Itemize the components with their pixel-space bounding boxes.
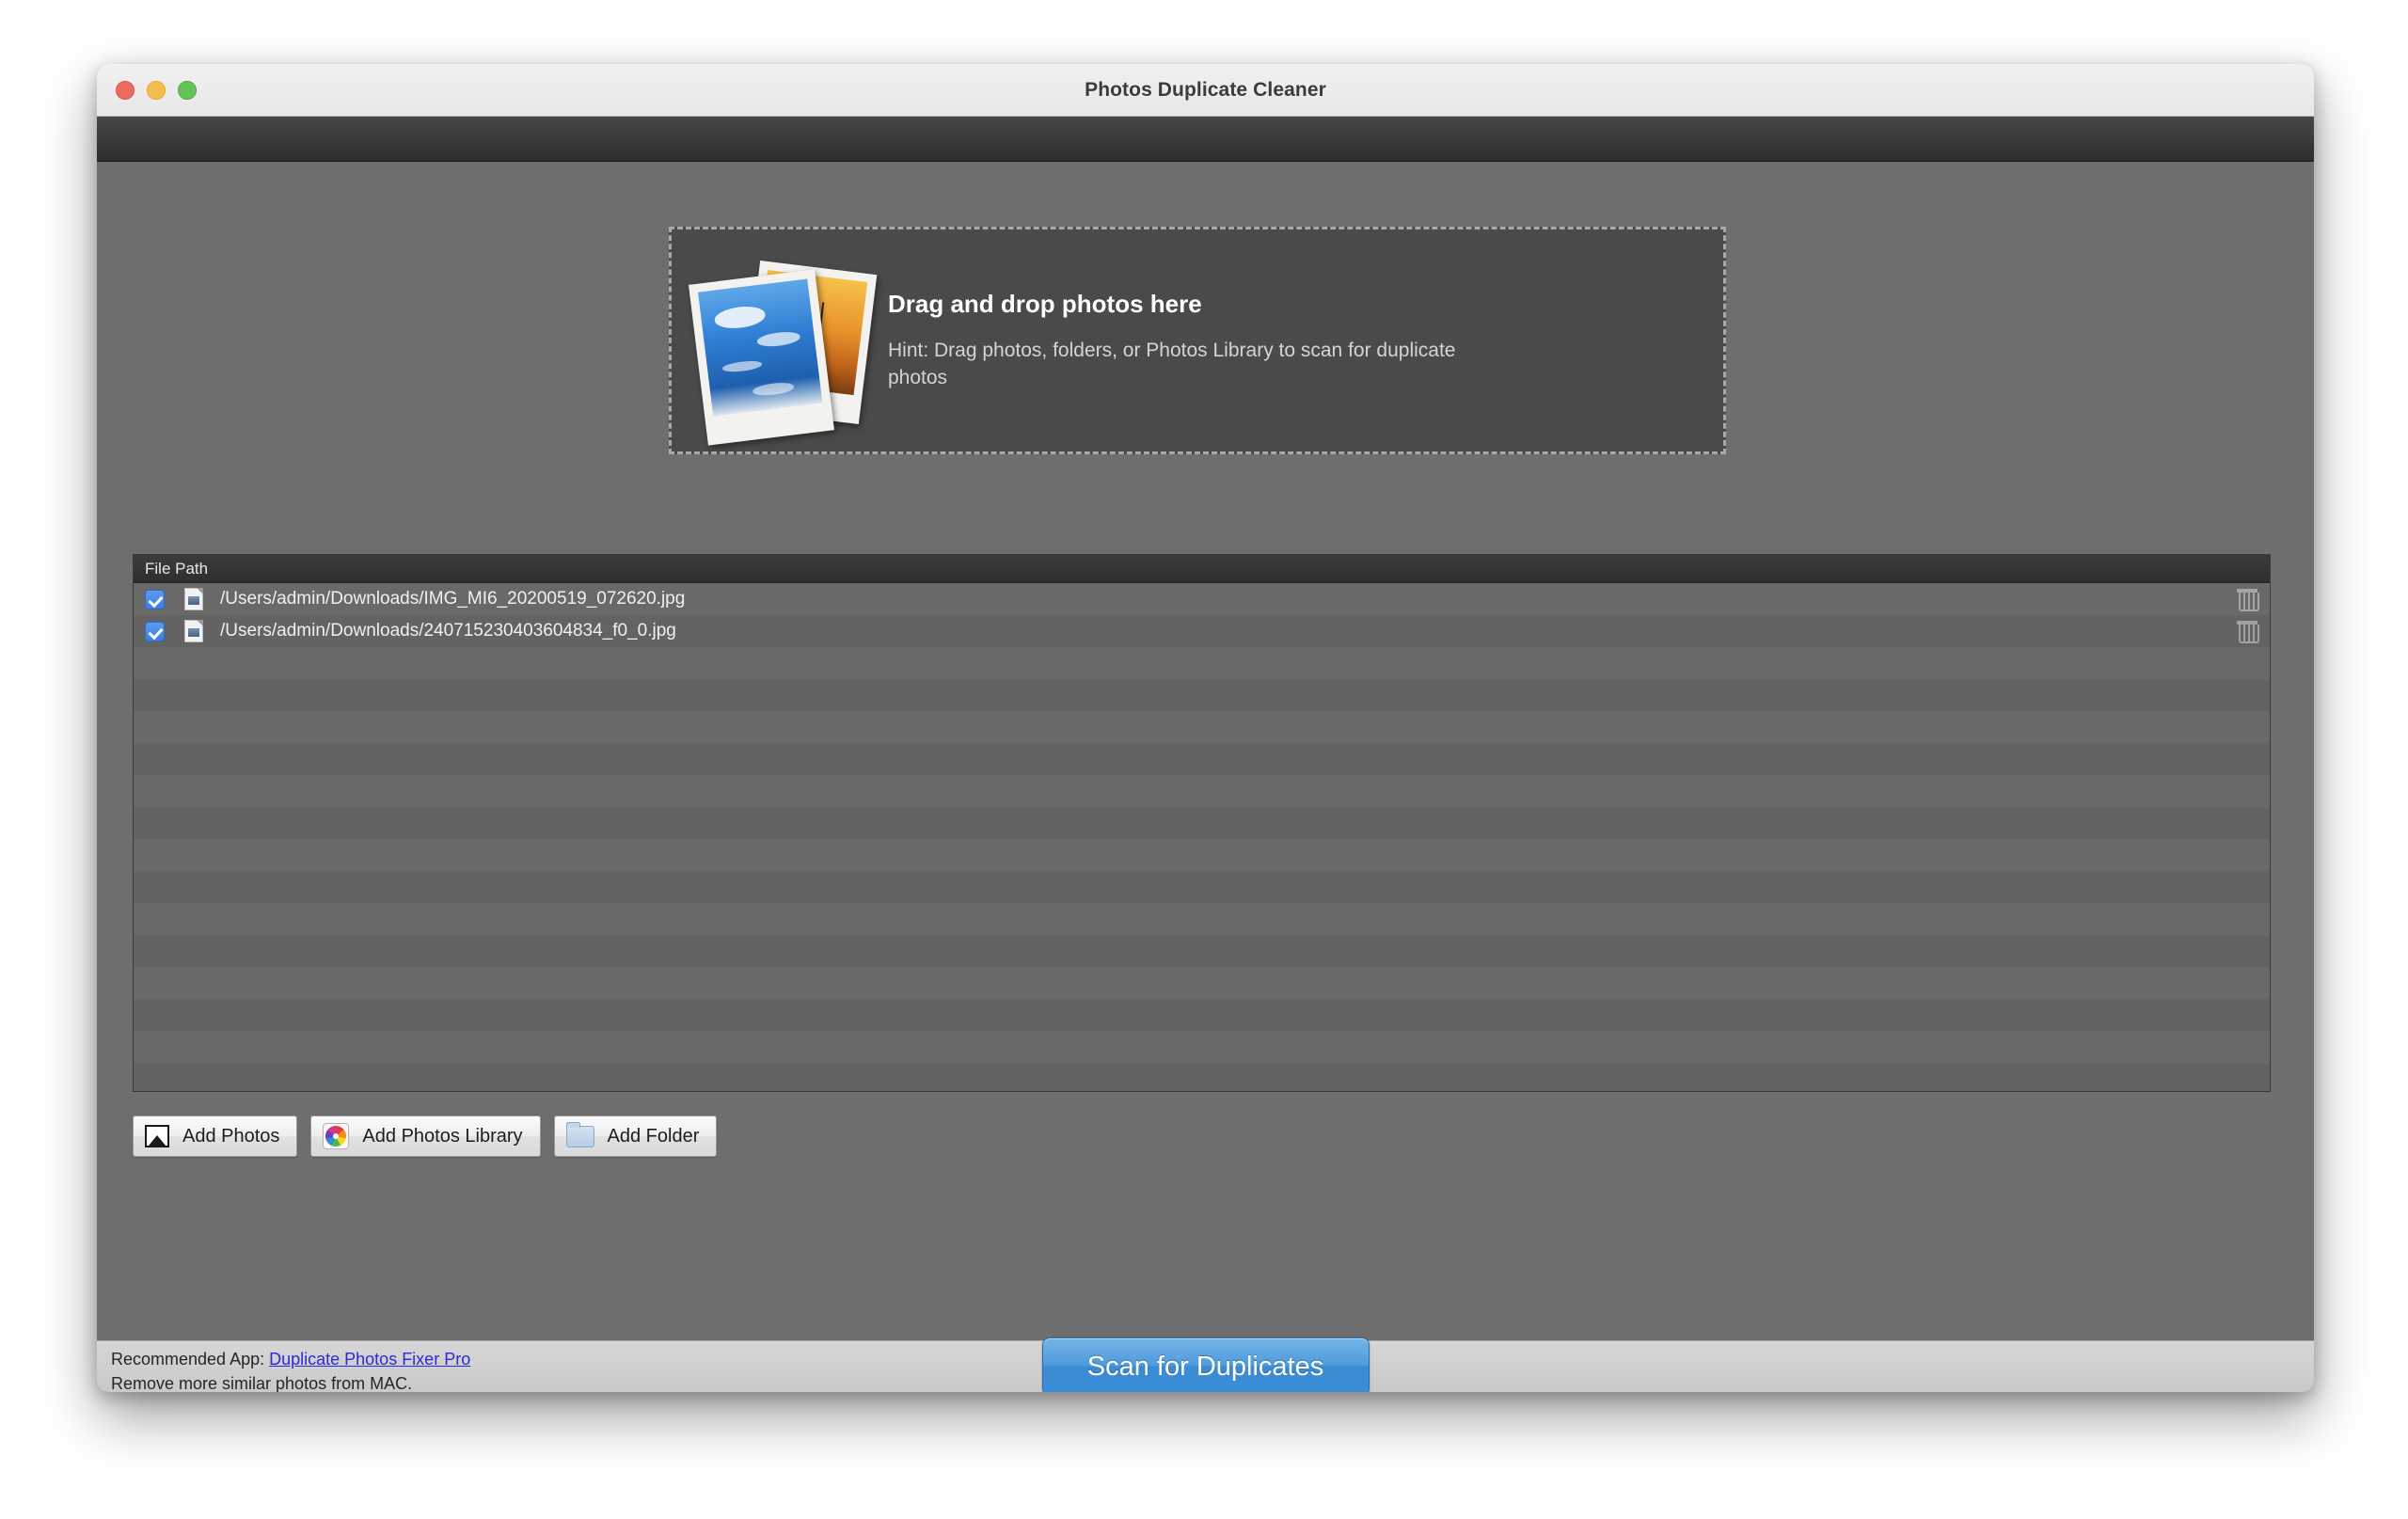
column-header-file-path: File Path (145, 559, 209, 578)
drop-zone-hint: Hint: Drag photos, folders, or Photos Li… (888, 339, 1456, 388)
add-photos-label: Add Photos (182, 1125, 280, 1147)
trash-icon[interactable] (2237, 621, 2259, 643)
folder-icon (565, 1121, 594, 1147)
table-row[interactable]: /Users/admin/Downloads/IMG_MI6_20200519_… (134, 583, 2270, 615)
add-folder-button[interactable]: Add Folder (553, 1116, 718, 1157)
main-content: Drag and drop photos here Hint: Drag pho… (97, 162, 2314, 1340)
recommended-app-prefix: Recommended App: (111, 1350, 270, 1369)
add-photos-library-label: Add Photos Library (362, 1125, 523, 1147)
add-source-buttons: Add Photos Add Photos Library Add Folder (133, 1116, 718, 1157)
add-folder-label: Add Folder (607, 1125, 700, 1147)
row-checkbox[interactable] (145, 621, 165, 641)
image-file-icon (184, 588, 203, 610)
drop-zone-title: Drag and drop photos here (888, 289, 1202, 318)
file-list-rows: /Users/admin/Downloads/IMG_MI6_20200519_… (134, 583, 2270, 647)
scan-button-label: Scan for Duplicates (1086, 1351, 1324, 1382)
footer-bar: Recommended App: Duplicate Photos Fixer … (97, 1337, 2314, 1392)
recommended-app-block: Recommended App: Duplicate Photos Fixer … (111, 1347, 470, 1392)
trash-icon[interactable] (2237, 589, 2259, 611)
title-bar: Photos Duplicate Cleaner (97, 64, 2314, 117)
recommended-app-subtitle: Remove more similar photos from MAC. (111, 1374, 413, 1392)
recommended-app-line: Recommended App: Duplicate Photos Fixer … (111, 1347, 470, 1371)
window-controls[interactable] (116, 80, 197, 100)
photos-app-icon (323, 1123, 350, 1149)
table-row[interactable]: /Users/admin/Downloads/24071523040360483… (134, 615, 2270, 647)
file-list[interactable]: File Path /Users/admin/Downloads/IMG_MI6… (133, 554, 2271, 1092)
file-list-empty-rows (134, 647, 2270, 1091)
minimize-button[interactable] (147, 80, 166, 100)
photo-sky-icon (689, 269, 834, 446)
app-window: Photos Duplicate Cleaner Drag and drop p… (97, 64, 2314, 1392)
add-photos-library-button[interactable]: Add Photos Library (310, 1116, 541, 1157)
toolbar-strip (97, 117, 2314, 162)
drop-zone[interactable]: Drag and drop photos here Hint: Drag pho… (669, 227, 1726, 454)
drop-zone-text: Drag and drop photos here Hint: Drag pho… (888, 290, 1723, 392)
add-photos-button[interactable]: Add Photos (133, 1116, 298, 1157)
image-file-icon (184, 620, 203, 642)
close-button[interactable] (116, 80, 135, 100)
duplicate-photos-fixer-pro-link[interactable]: Duplicate Photos Fixer Pro (269, 1350, 470, 1369)
window-title: Photos Duplicate Cleaner (1085, 78, 1326, 101)
row-checkbox[interactable] (145, 589, 165, 609)
photo-stack-icon (672, 229, 888, 451)
image-icon (145, 1125, 169, 1147)
maximize-button[interactable] (178, 80, 197, 100)
scan-for-duplicates-button[interactable]: Scan for Duplicates (1041, 1337, 1370, 1392)
file-path-label: /Users/admin/Downloads/24071523040360483… (220, 621, 676, 641)
file-list-header: File Path (134, 555, 2270, 583)
file-path-label: /Users/admin/Downloads/IMG_MI6_20200519_… (220, 589, 686, 609)
screen: Photos Duplicate Cleaner Drag and drop p… (0, 0, 2408, 1519)
